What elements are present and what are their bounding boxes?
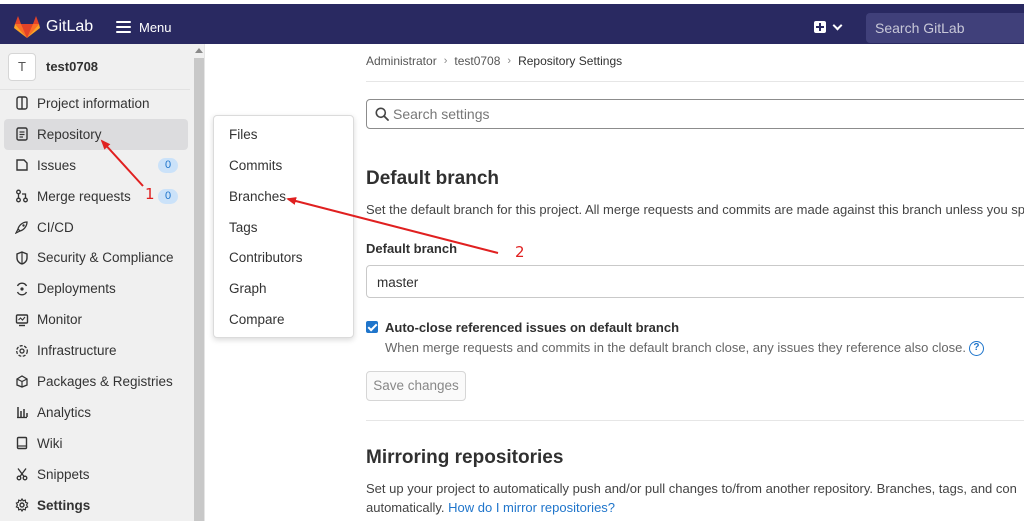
auto-close-checkbox[interactable]: [366, 321, 378, 333]
gear-icon: [15, 498, 29, 513]
sidebar-item-label: Repository: [37, 126, 102, 142]
scroll-up-arrow-icon[interactable]: [195, 48, 203, 53]
mirroring-help-link[interactable]: How do I mirror repositories?: [448, 500, 615, 515]
chevron-right-icon: ›: [507, 55, 512, 67]
shield-icon: [16, 251, 28, 265]
scrollbar-thumb[interactable]: [194, 58, 204, 521]
default-branch-select[interactable]: master: [366, 265, 1024, 298]
settings-search-placeholder: Search settings: [393, 106, 490, 122]
sidebar-item-issues[interactable]: Issues 0: [4, 150, 188, 181]
annotation-number-1: 1: [145, 185, 155, 203]
app-root: GitLab Menu Search GitLab T test0708 Pro…: [0, 0, 1024, 521]
top-navbar: GitLab Menu Search GitLab: [0, 0, 1024, 44]
sidebar-item-label: Snippets: [37, 466, 90, 482]
chart-icon: [17, 407, 28, 419]
merge-request-icon: [16, 189, 28, 203]
sidebar-item-analytics[interactable]: Analytics: [4, 397, 188, 428]
default-branch-description: Set the default branch for this project.…: [366, 202, 1024, 217]
menu-button[interactable]: Menu: [116, 15, 172, 39]
rocket-icon: [15, 221, 28, 234]
sidebar-item-merge-requests[interactable]: Merge requests 0: [4, 181, 188, 212]
breadcrumb-item[interactable]: test0708: [454, 54, 500, 68]
sidebar-item-label: Merge requests: [37, 188, 131, 204]
breadcrumb-item[interactable]: Administrator: [366, 54, 437, 68]
sidebar-item-label: Project information: [37, 95, 150, 111]
sidebar-item-wiki[interactable]: Wiki: [4, 428, 188, 459]
auto-close-label[interactable]: Auto-close referenced issues on default …: [385, 320, 679, 335]
sidebar-item-label: Security & Compliance: [37, 250, 174, 266]
divider: [366, 81, 1024, 82]
monitor-icon: [15, 313, 29, 326]
settings-search-input[interactable]: Search settings: [366, 99, 1024, 129]
mirroring-description-line2: automatically. How do I mirror repositor…: [366, 500, 615, 515]
sidebar-item-ci-cd[interactable]: CI/CD: [4, 212, 188, 243]
package-icon: [16, 375, 28, 389]
save-changes-button[interactable]: Save changes: [366, 371, 466, 401]
auto-close-help-text: When merge requests and commits in the d…: [385, 340, 984, 357]
sidebar-item-security-compliance[interactable]: Security & Compliance: [4, 242, 188, 273]
annotation-number-2: 2: [515, 243, 525, 261]
project-name: test0708: [46, 59, 99, 74]
sidebar-item-label: Analytics: [37, 404, 92, 420]
sidebar-item-deployments[interactable]: Deployments: [4, 273, 188, 304]
main-content: Administrator › test0708 › Repository Settin…: [205, 44, 1024, 521]
gitlab-logo-icon[interactable]: [14, 15, 40, 39]
mirroring-description: Set up your project to automatically pus…: [366, 481, 1017, 496]
default-branch-title: Default branch: [366, 168, 500, 189]
auto-close-help-sentence: When merge requests and commits in the d…: [385, 340, 966, 355]
sidebar-item-label: Monitor: [37, 312, 83, 328]
sidebar-item-label: Infrastructure: [37, 343, 117, 359]
sidebar-item-settings[interactable]: Settings: [4, 490, 188, 521]
breadcrumb: Administrator › test0708 › Repository Settin…: [366, 54, 622, 68]
sidebar-item-label: Deployments: [37, 281, 116, 297]
count-badge: 0: [158, 157, 178, 173]
cloud-icon: [16, 344, 28, 357]
brand-name[interactable]: GitLab: [46, 18, 93, 36]
document-icon: [16, 127, 28, 142]
divider: [366, 420, 1024, 421]
project-header[interactable]: T test0708: [0, 44, 190, 90]
mirroring-title: Mirroring repositories: [366, 447, 564, 468]
chevron-down-icon: [832, 20, 843, 30]
sidebar-item-label: Settings: [37, 497, 91, 513]
sidebar-item-infrastructure[interactable]: Infrastructure: [4, 335, 188, 366]
question-circle-icon[interactable]: ?: [968, 341, 984, 357]
sidebar-item-label: Issues: [37, 157, 77, 173]
mirroring-description-end: automatically.: [366, 500, 445, 515]
sidebar-item-packages-registries[interactable]: Packages & Registries: [4, 366, 188, 397]
menu-label: Menu: [139, 19, 172, 35]
new-dropdown-button[interactable]: [814, 18, 850, 36]
sidebar: T test0708 Project information Repository…: [0, 44, 205, 521]
hamburger-icon: [116, 21, 131, 33]
global-search-input[interactable]: Search GitLab: [866, 13, 1024, 43]
chevron-right-icon: ›: [443, 55, 448, 67]
sidebar-item-repository[interactable]: Repository: [4, 118, 188, 150]
sidebar-nav: Project information Repository Issues 0 Merg…: [4, 88, 188, 520]
project-avatar: T: [8, 52, 36, 81]
sidebar-item-monitor[interactable]: Monitor: [4, 304, 188, 335]
default-branch-label: Default branch: [366, 241, 458, 256]
sidebar-item-project-information[interactable]: Project information: [4, 88, 188, 119]
scissors-icon: [16, 468, 28, 481]
plus-square-icon: [814, 21, 826, 33]
issues-icon: [16, 159, 28, 171]
sidebar-item-label: Wiki: [37, 435, 63, 451]
deployments-icon: [16, 282, 28, 296]
sidebar-item-snippets[interactable]: Snippets: [4, 459, 188, 490]
book-icon: [16, 437, 28, 450]
sidebar-item-label: Packages & Registries: [37, 373, 173, 389]
info-icon: [16, 96, 28, 111]
search-icon: [375, 107, 389, 121]
count-badge: 0: [158, 188, 178, 204]
sidebar-item-label: CI/CD: [37, 219, 74, 235]
breadcrumb-item[interactable]: Repository Settings: [518, 54, 622, 68]
